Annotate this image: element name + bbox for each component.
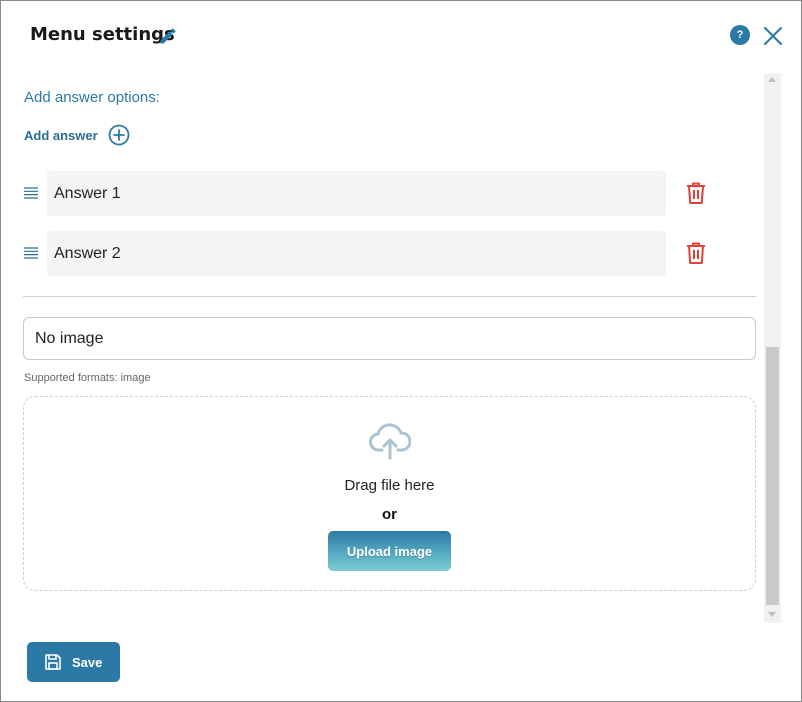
file-dropzone[interactable]: Drag file here or Upload image — [23, 396, 756, 591]
menu-settings-dialog: Menu settings ? Add answer options: Add … — [0, 0, 802, 702]
help-icon[interactable]: ? — [730, 25, 750, 45]
drag-handle-icon[interactable] — [24, 247, 38, 259]
close-icon[interactable] — [762, 25, 784, 47]
dialog-title: Menu settings — [30, 24, 175, 45]
answer-input[interactable]: Answer 1 — [47, 171, 666, 216]
answer-options-label: Add answer options: — [24, 89, 160, 106]
answer-row: Answer 2 — [24, 231, 724, 276]
answer-row: Answer 1 — [24, 171, 724, 216]
add-answer-label: Add answer — [24, 127, 98, 143]
supported-formats-hint: Supported formats: image — [24, 372, 151, 384]
plus-circle-icon[interactable] — [108, 124, 130, 146]
edit-icon[interactable] — [158, 26, 178, 46]
scroll-down-arrow-icon[interactable] — [768, 612, 776, 617]
scroll-up-arrow-icon[interactable] — [768, 77, 776, 82]
scrollbar[interactable] — [764, 73, 781, 623]
dialog-content: Add answer options: Add answer Answer 1 … — [1, 73, 763, 623]
add-answer-button[interactable]: Add answer — [24, 124, 130, 146]
image-select[interactable]: No image — [23, 317, 756, 360]
save-icon — [45, 654, 61, 670]
trash-icon[interactable] — [685, 241, 707, 265]
scroll-thumb[interactable] — [766, 347, 779, 605]
upload-cloud-icon — [369, 423, 411, 460]
answer-input[interactable]: Answer 2 — [47, 231, 666, 276]
save-button[interactable]: Save — [27, 642, 120, 682]
drag-handle-icon[interactable] — [24, 187, 38, 199]
drag-file-text: Drag file here — [344, 477, 435, 494]
or-text: or — [382, 506, 397, 523]
upload-image-button[interactable]: Upload image — [328, 531, 451, 571]
save-label: Save — [72, 654, 103, 670]
trash-icon[interactable] — [685, 181, 707, 205]
divider — [23, 296, 756, 297]
